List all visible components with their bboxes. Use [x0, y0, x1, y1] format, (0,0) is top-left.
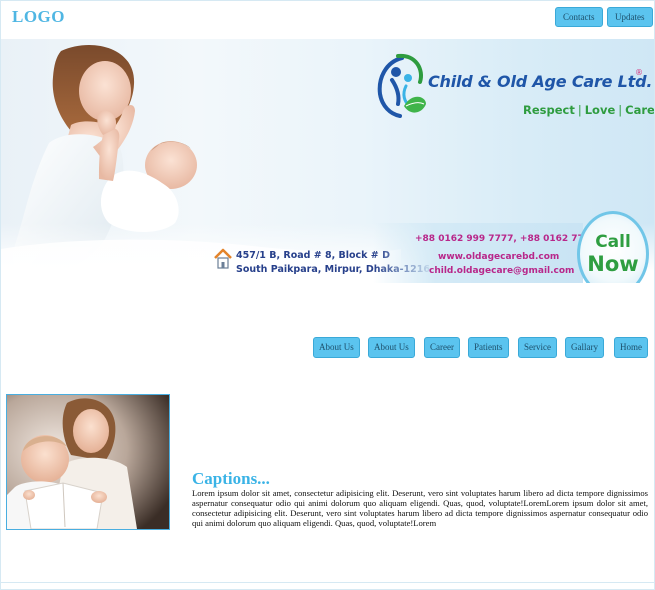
hero-banner: Child & Old Age Care Ltd. ® Respect | Love…	[1, 39, 654, 283]
mother-reading-photo	[7, 395, 169, 529]
tagline-divider: |	[577, 103, 582, 117]
brand-name: Child & Old Age Care Ltd.	[428, 72, 653, 91]
nav-gallary[interactable]: Gallary	[565, 337, 604, 358]
site-logo[interactable]: LOGO	[12, 7, 65, 27]
nav-patients[interactable]: Patients	[468, 337, 509, 358]
footer-divider	[0, 582, 655, 583]
home-icon	[214, 248, 232, 269]
registered-mark: ®	[635, 68, 643, 77]
now-label: Now	[587, 252, 639, 276]
updates-button[interactable]: Updates	[607, 7, 653, 27]
email-link[interactable]: child.oldagecare@gmail.com	[429, 266, 574, 276]
address-line-1: 457/1 B, Road # 8, Block # D	[236, 250, 390, 261]
nav-about-us-2[interactable]: About Us	[368, 337, 415, 358]
caption-title: Captions...	[192, 469, 270, 488]
tagline-respect: Respect	[523, 103, 575, 117]
tagline-divider: |	[618, 103, 623, 117]
contacts-button[interactable]: Contacts	[555, 7, 603, 27]
nav-career[interactable]: Career	[424, 337, 460, 358]
website-link[interactable]: www.oldagecarebd.com	[438, 252, 559, 262]
content-photo	[6, 394, 170, 530]
call-now-button[interactable]: Call Now	[577, 211, 649, 283]
nav-service[interactable]: Service	[518, 337, 557, 358]
nav-home[interactable]: Home	[614, 337, 648, 358]
family-leaf-logo-icon	[377, 53, 426, 118]
tagline-love: Love	[584, 103, 616, 117]
caption-text: Lorem ipsum dolor sit amet, consectetur …	[192, 488, 648, 528]
tagline-care: Care	[625, 103, 654, 117]
brand-tagline: Respect | Love | Care	[523, 103, 654, 117]
call-label: Call	[595, 232, 631, 252]
nav-about-us-1[interactable]: About Us	[313, 337, 360, 358]
